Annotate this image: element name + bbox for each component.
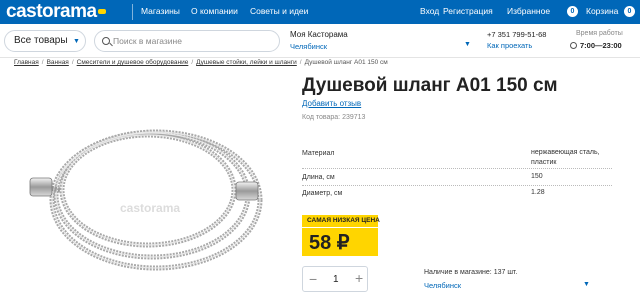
spec-value: 150 xyxy=(531,173,543,180)
divider xyxy=(132,4,133,20)
product-price: 58 ₽ xyxy=(302,228,378,256)
spec-label: Длина, см xyxy=(302,174,335,181)
divider xyxy=(302,168,612,169)
hose-nut-right xyxy=(235,181,259,201)
product-title: Душевой шланг A01 150 см xyxy=(302,75,558,96)
spec-value: нержавеющая сталь, пластик xyxy=(531,149,600,166)
chevron-down-icon: ▼ xyxy=(73,38,80,45)
stock-city-select[interactable]: Челябинск xyxy=(424,281,461,290)
search-input[interactable]: Поиск в магазине xyxy=(94,30,280,52)
hose-nut-left xyxy=(29,177,53,197)
route-link[interactable]: Как проехать xyxy=(487,41,532,50)
clock-icon xyxy=(570,42,577,49)
product-image[interactable]: castorama xyxy=(20,110,280,280)
spec-label: Материал xyxy=(302,150,335,157)
all-products-button[interactable]: Все товары ▼ xyxy=(4,30,86,52)
spec-label: Диаметр, см xyxy=(302,190,343,197)
breadcrumb-home[interactable]: Главная xyxy=(14,59,39,66)
register-link[interactable]: Регистрация xyxy=(443,6,493,16)
breadcrumb-shower[interactable]: Душевые стойки, лейки и шланги xyxy=(196,59,297,66)
nav-tips[interactable]: Советы и идеи xyxy=(250,6,308,16)
all-products-label: Все товары xyxy=(14,35,68,46)
stock-availability: Наличие в магазине: 137 шт. xyxy=(424,269,518,276)
plus-icon[interactable]: + xyxy=(355,270,363,286)
watermark-logo: castorama xyxy=(120,201,180,215)
chevron-down-icon[interactable]: ▼ xyxy=(464,41,471,48)
breadcrumb-bathroom[interactable]: Ванная xyxy=(47,59,69,66)
logo-dot-icon xyxy=(97,9,106,15)
favorites-link[interactable]: Избранное xyxy=(507,6,550,16)
favorites-count-badge: 0 xyxy=(567,6,578,17)
breadcrumb-current: Душевой шланг A01 150 см xyxy=(304,59,388,66)
breadcrumb: Главная / Ванная / Смесители и душевое обору… xyxy=(14,59,388,66)
lowest-price-badge: САМАЯ НИЗКАЯ ЦЕНА xyxy=(302,215,380,227)
nav-about[interactable]: О компании xyxy=(191,6,238,16)
quantity-stepper[interactable]: − 1 + xyxy=(302,266,368,292)
search-placeholder: Поиск в магазине xyxy=(113,36,182,46)
top-bar: castorama Магазины О компании Советы и и… xyxy=(0,0,640,24)
divider xyxy=(302,185,612,186)
nav-stores[interactable]: Магазины xyxy=(141,6,180,16)
store-phone[interactable]: +7 351 799-51-68 xyxy=(487,30,546,39)
minus-icon[interactable]: − xyxy=(309,271,317,287)
search-icon xyxy=(102,37,110,45)
store-hours: 7:00—23:00 xyxy=(580,41,622,50)
login-link[interactable]: Вход xyxy=(420,6,439,16)
store-city-select[interactable]: Челябинск xyxy=(290,42,327,51)
chevron-down-icon[interactable]: ▼ xyxy=(583,281,590,288)
spec-value: 1.28 xyxy=(531,189,545,196)
store-name: Моя Касторама xyxy=(290,30,348,39)
hours-label: Время работы xyxy=(576,30,623,37)
add-review-link[interactable]: Добавить отзыв xyxy=(302,99,361,108)
cart-count-badge: 0 xyxy=(624,6,635,17)
castorama-logo[interactable]: castorama xyxy=(6,1,106,23)
cart-link[interactable]: Корзина xyxy=(586,6,618,16)
product-code: Код товара: 239713 xyxy=(302,114,366,121)
quantity-value[interactable]: 1 xyxy=(333,274,339,285)
breadcrumb-faucets[interactable]: Смесители и душевое оборудование xyxy=(77,59,189,66)
secondary-header: Все товары ▼ Поиск в магазине Моя Кастор… xyxy=(0,24,640,58)
